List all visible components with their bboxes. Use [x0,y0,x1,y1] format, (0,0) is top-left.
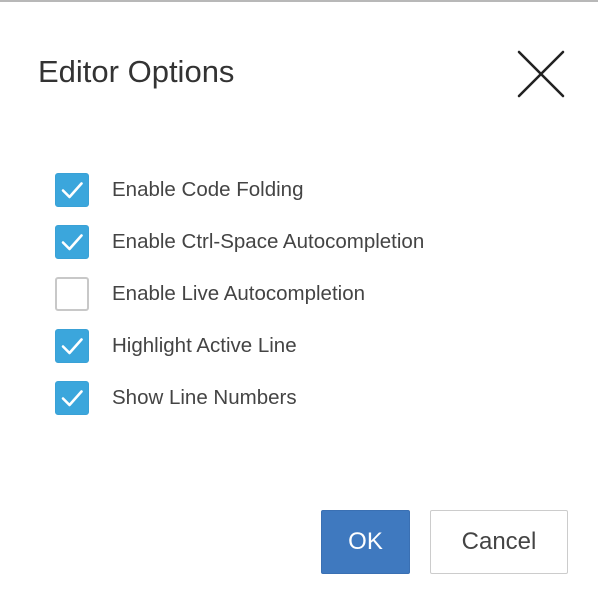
checkbox-highlight-active-line[interactable] [55,329,89,363]
option-label: Enable Code Folding [112,178,304,201]
options-list: Enable Code Folding Enable Ctrl-Space Au… [55,164,424,424]
option-label: Highlight Active Line [112,334,297,357]
checkmark-icon [61,338,83,355]
option-show-line-numbers[interactable]: Show Line Numbers [55,372,424,424]
top-divider [0,0,598,2]
dialog-title: Editor Options [38,54,235,89]
option-label: Show Line Numbers [112,386,297,409]
checkmark-icon [61,182,83,199]
checkmark-icon [61,234,83,251]
option-enable-code-folding[interactable]: Enable Code Folding [55,164,424,216]
option-label: Enable Live Autocompletion [112,282,366,305]
checkbox-show-line-numbers[interactable] [55,381,89,415]
checkbox-enable-code-folding[interactable] [55,173,89,207]
close-button[interactable] [513,46,569,102]
checkbox-enable-live-autocompletion[interactable] [55,277,89,311]
option-highlight-active-line[interactable]: Highlight Active Line [55,320,424,372]
checkbox-enable-ctrl-space-autocompletion[interactable] [55,225,89,259]
checkmark-icon [61,390,83,407]
close-icon [517,50,565,98]
option-enable-live-autocompletion[interactable]: Enable Live Autocompletion [55,268,424,320]
option-label: Enable Ctrl-Space Autocompletion [112,230,425,253]
cancel-button[interactable]: Cancel [430,510,568,574]
option-enable-ctrl-space-autocompletion[interactable]: Enable Ctrl-Space Autocompletion [55,216,424,268]
editor-options-dialog: Editor Options Enable Code Folding Enabl… [0,0,598,601]
ok-button[interactable]: OK [321,510,410,574]
